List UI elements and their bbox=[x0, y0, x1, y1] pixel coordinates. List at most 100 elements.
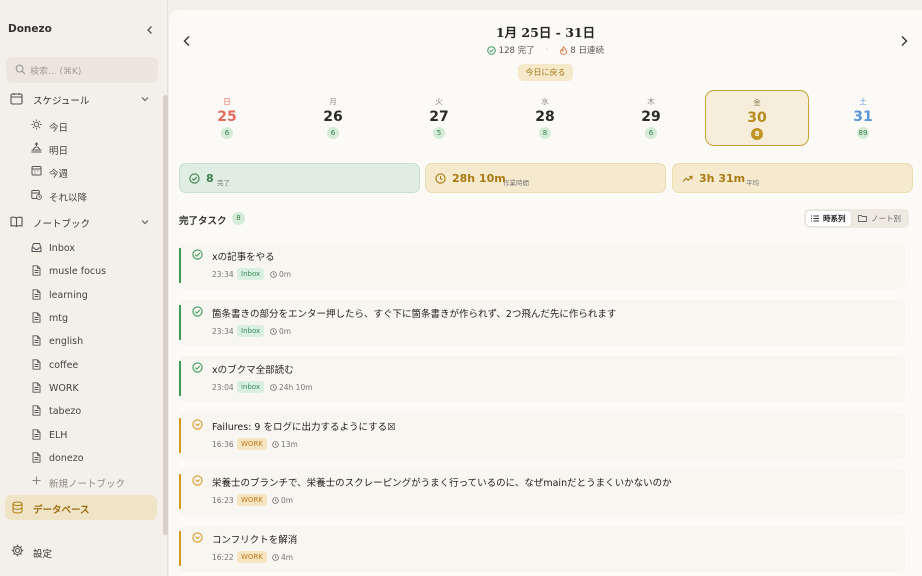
task-time: 23:34 bbox=[212, 327, 234, 336]
task-row[interactable]: Failures: 9 をログに出力するようにする☒ 16:36 WORK 13m bbox=[179, 413, 905, 459]
task-duration: 0m bbox=[270, 270, 291, 279]
day-wednesday[interactable]: 水 28 8 bbox=[493, 90, 597, 146]
average-value: 3h 31m bbox=[699, 172, 746, 185]
notebook-label: Inbox bbox=[49, 243, 75, 254]
task-row[interactable]: xのブクマ全部読む 23:04 inbox 24h 10m bbox=[179, 356, 905, 402]
day-weekday: 金 bbox=[753, 98, 761, 107]
new-notebook-button[interactable]: 新規ノートブック bbox=[28, 471, 156, 491]
day-weekday: 火 bbox=[435, 97, 443, 106]
day-saturday[interactable]: 土 31 89 bbox=[811, 90, 915, 146]
day-monday[interactable]: 月 26 6 bbox=[281, 90, 385, 146]
chevron-circle-icon[interactable] bbox=[192, 475, 203, 486]
task-notebook-tag[interactable]: Inbox bbox=[237, 325, 265, 337]
book-open-icon bbox=[10, 215, 23, 228]
done-label: 完了 bbox=[217, 179, 230, 187]
file-icon bbox=[31, 382, 42, 393]
trending-up-icon bbox=[682, 173, 693, 184]
task-status-bar bbox=[179, 531, 181, 566]
app-name: Donezo bbox=[8, 23, 52, 35]
chevron-down-icon[interactable] bbox=[140, 217, 150, 227]
average-label: 平均 bbox=[746, 179, 759, 187]
task-status-bar bbox=[179, 305, 181, 340]
task-notebook-tag[interactable]: Inbox bbox=[237, 268, 265, 280]
by-note-view-label: ノート別 bbox=[871, 214, 901, 223]
task-status-bar bbox=[179, 248, 181, 283]
task-notebook-tag[interactable]: WORK bbox=[237, 494, 267, 506]
task-notebook-tag[interactable]: WORK bbox=[237, 551, 267, 563]
day-date: 26 bbox=[323, 109, 343, 125]
task-duration-value: 4m bbox=[281, 553, 294, 562]
week-title: 1月 25日 - 31日 bbox=[495, 25, 596, 40]
collapse-sidebar-icon[interactable] bbox=[144, 24, 156, 36]
day-sunday[interactable]: 日 25 6 bbox=[175, 90, 279, 146]
task-row[interactable]: コンフリクトを解消 16:22 WORK 4m bbox=[179, 526, 905, 572]
clock-icon bbox=[270, 271, 277, 278]
day-friday-selected[interactable]: 金 30 8 bbox=[705, 90, 809, 146]
flame-icon bbox=[559, 45, 568, 55]
day-thursday[interactable]: 木 29 6 bbox=[599, 90, 703, 146]
day-weekday: 日 bbox=[223, 97, 231, 106]
schedule-section[interactable]: スケジュール bbox=[0, 89, 160, 109]
task-status-bar bbox=[179, 474, 181, 509]
task-row[interactable]: xの記事をやる 23:34 Inbox 0m bbox=[179, 243, 905, 289]
streak-count: 8 日連続 bbox=[570, 46, 605, 56]
timeline-view-button[interactable]: 時系列 bbox=[806, 211, 851, 226]
notebook-label: english bbox=[49, 336, 84, 347]
task-time: 16:23 bbox=[212, 496, 234, 505]
notebook-item[interactable]: donezo bbox=[28, 448, 156, 468]
sidebar-item-tomorrow[interactable]: 明日 bbox=[28, 138, 156, 158]
sidebar-item-this-week[interactable]: 今週 bbox=[28, 161, 156, 181]
check-circle-icon[interactable] bbox=[192, 249, 203, 260]
notebook-label: ELH bbox=[49, 430, 68, 441]
file-icon bbox=[31, 312, 42, 323]
task-time: 16:22 bbox=[212, 553, 234, 562]
sidebar-item-label: 今週 bbox=[49, 169, 69, 180]
check-circle-icon bbox=[487, 45, 496, 55]
by-note-view-button[interactable]: ノート別 bbox=[854, 211, 907, 226]
file-icon bbox=[31, 405, 42, 416]
task-duration: 24h 10m bbox=[270, 383, 313, 392]
day-date: 29 bbox=[641, 109, 661, 125]
task-notebook-tag[interactable]: WORK bbox=[237, 438, 267, 450]
task-status-bar bbox=[179, 361, 181, 396]
sidebar-scrollbar[interactable] bbox=[163, 95, 168, 535]
notebook-item[interactable]: WORK bbox=[28, 378, 156, 398]
task-row[interactable]: 箇条書きの部分をエンター押したら、すぐ下に箇条書きが作られず、2つ飛んだ先に作ら… bbox=[179, 300, 905, 346]
sidebar-item-later[interactable]: それ以降 bbox=[28, 185, 156, 205]
chevron-circle-icon[interactable] bbox=[192, 419, 203, 430]
notebook-item[interactable]: mtg bbox=[28, 308, 156, 328]
check-circle-icon[interactable] bbox=[192, 306, 203, 317]
task-title: 箇条書きの部分をエンター押したら、すぐ下に箇条書きが作られず、2つ飛んだ先に作ら… bbox=[212, 309, 617, 320]
task-time: 23:34 bbox=[212, 270, 234, 279]
list-icon bbox=[811, 215, 819, 222]
notebook-item[interactable]: ELH bbox=[28, 425, 156, 445]
file-icon bbox=[31, 289, 42, 300]
task-duration-value: 13m bbox=[281, 440, 298, 449]
notebook-item[interactable]: learning bbox=[28, 285, 156, 305]
sidebar-item-today[interactable]: 今日 bbox=[28, 115, 156, 135]
day-weekday: 木 bbox=[647, 97, 655, 106]
clock-icon bbox=[270, 328, 277, 335]
main-panel: 1月 25日 - 31日 128 完了 · 8 日連続 今日に戻る 日 25 6… bbox=[169, 10, 922, 576]
notebook-item[interactable]: tabezo bbox=[28, 401, 156, 421]
notebook-item[interactable]: coffee bbox=[28, 355, 156, 375]
search-input[interactable]: 検索... (⌘K) bbox=[6, 57, 158, 83]
check-circle-icon[interactable] bbox=[192, 362, 203, 373]
notebook-item[interactable]: musle focus bbox=[28, 261, 156, 281]
sidebar: Donezo 検索... (⌘K) スケジュール 今日 明日 今週 それ以降 ノ… bbox=[0, 0, 168, 576]
day-tuesday[interactable]: 火 27 5 bbox=[387, 90, 491, 146]
sidebar-item-settings[interactable]: 設定 bbox=[5, 540, 157, 562]
back-to-today-button[interactable]: 今日に戻る bbox=[518, 64, 573, 81]
task-row[interactable]: 栄養士のブランチで、栄養士のスクレーピングがうまく行っているのに、なぜmainだ… bbox=[179, 469, 905, 515]
view-toggle: 時系列 ノート別 bbox=[804, 209, 909, 228]
chevron-down-icon[interactable] bbox=[140, 94, 150, 104]
notebook-item[interactable]: english bbox=[28, 331, 156, 351]
chevron-circle-icon[interactable] bbox=[192, 532, 203, 543]
notebook-section[interactable]: ノートブック bbox=[0, 212, 160, 232]
task-notebook-tag[interactable]: inbox bbox=[237, 381, 265, 393]
notebook-inbox[interactable]: Inbox bbox=[28, 238, 156, 258]
sidebar-item-database[interactable]: データベース bbox=[5, 495, 157, 520]
clock-icon bbox=[270, 384, 277, 391]
timeline-view-label: 時系列 bbox=[823, 214, 846, 223]
sun-icon bbox=[31, 119, 42, 130]
